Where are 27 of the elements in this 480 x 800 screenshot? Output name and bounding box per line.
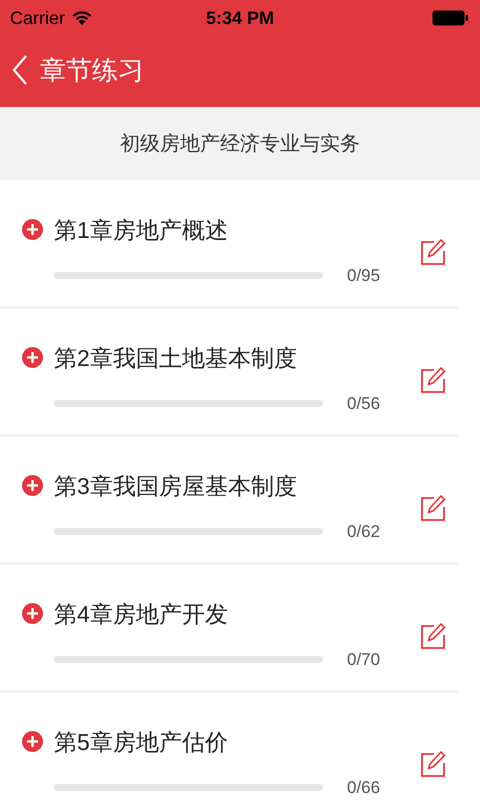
edit-icon	[420, 238, 446, 266]
expand-icon[interactable]	[22, 731, 43, 752]
expand-icon[interactable]	[22, 475, 43, 496]
edit-icon	[420, 366, 446, 394]
page-title: 章节练习	[40, 54, 144, 86]
edit-icon	[420, 494, 446, 522]
edit-icon	[420, 750, 446, 778]
question-count: 0/95	[347, 265, 380, 287]
battery-icon	[432, 10, 468, 26]
clock-time: 5:34 PM	[206, 6, 274, 30]
chapter-title[interactable]: 第4章房地产开发	[54, 596, 228, 631]
chapter-title[interactable]: 第1章房地产概述	[54, 212, 228, 247]
edit-icon	[420, 622, 446, 650]
chapter-title[interactable]: 第3章我国房屋基本制度	[54, 468, 297, 503]
expand-icon[interactable]	[22, 219, 43, 240]
subject-title: 初级房地产经济专业与实务	[120, 132, 360, 156]
chapter-title[interactable]: 第2章我国土地基本制度	[54, 340, 297, 375]
question-count: 0/56	[347, 393, 380, 415]
wifi-icon	[72, 10, 92, 26]
back-icon	[12, 54, 28, 86]
question-count: 0/66	[347, 777, 380, 799]
expand-icon[interactable]	[22, 603, 43, 624]
expand-icon[interactable]	[22, 347, 43, 368]
question-count: 0/62	[347, 521, 380, 543]
chapter-title[interactable]: 第5章房地产估价	[54, 724, 228, 759]
carrier-label: Carrier	[10, 6, 66, 30]
question-count: 0/70	[347, 649, 380, 671]
